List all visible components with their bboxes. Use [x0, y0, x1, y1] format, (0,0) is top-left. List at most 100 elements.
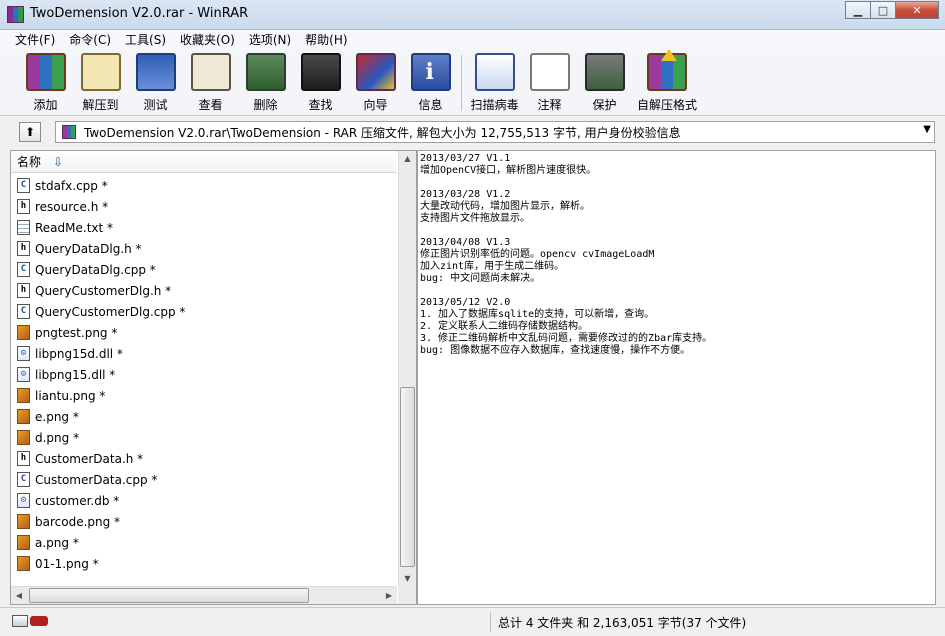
file-row[interactable]: liantu.png *	[11, 385, 397, 406]
close-icon: ✕	[912, 3, 922, 17]
extract-to-button[interactable]: 解压到	[73, 53, 128, 113]
file-name: e.png *	[35, 409, 79, 424]
find-icon	[300, 53, 341, 91]
file-name: QueryCustomerDlg.cpp *	[35, 304, 186, 319]
close-button[interactable]: ✕	[895, 1, 939, 19]
comment-line: 2013/05/12 V2.0	[420, 297, 511, 308]
png-file-icon	[17, 388, 30, 403]
comment-button[interactable]: 注释	[522, 53, 577, 113]
file-row[interactable]: resource.h *	[11, 196, 397, 217]
vertical-scrollbar[interactable]: ▲ ▼	[398, 151, 416, 587]
protect-button[interactable]: 保护	[577, 53, 632, 113]
comment-label: 注释	[537, 98, 562, 112]
menu-favorites[interactable]: 收藏夹(O)	[173, 30, 242, 50]
file-row[interactable]: barcode.png *	[11, 511, 397, 532]
scroll-up-icon[interactable]: ▲	[399, 151, 416, 167]
file-row[interactable]: pngtest.png *	[11, 322, 397, 343]
find-label: 查找	[308, 98, 333, 112]
view-button[interactable]: 查看	[183, 53, 238, 113]
find-button[interactable]: 查找	[293, 53, 348, 113]
comment-line: 增加OpenCV接口，解析图片速度很快。	[420, 165, 597, 176]
minimize-icon: ▁	[853, 3, 863, 17]
sort-descending-icon: ⇩	[53, 154, 64, 169]
h-file-icon	[17, 199, 30, 214]
up-folder-button[interactable]: ⬆	[19, 122, 41, 142]
png-file-icon	[17, 556, 30, 571]
scan-virus-icon	[474, 53, 515, 91]
file-row[interactable]: CustomerData.cpp *	[11, 469, 397, 490]
file-name: resource.h *	[35, 199, 109, 214]
scan-virus-button[interactable]: 扫描病毒	[467, 53, 522, 113]
toolbar: 添加 解压到 测试 查看 删除 查找 向导 信息 扫描病毒 注释 保护 自解压格…	[0, 49, 945, 116]
path-text: TwoDemension V2.0.rar\TwoDemension - RAR…	[84, 125, 681, 140]
png-file-icon	[17, 535, 30, 550]
up-arrow-icon: ⬆	[24, 125, 36, 139]
comment-line: 修正图片识别率低的问题。opencv cvImageLoadM	[420, 249, 655, 260]
file-row[interactable]: 01-1.png *	[11, 553, 397, 574]
info-icon	[410, 53, 451, 91]
comment-line: bug: 中文问题尚未解决。	[420, 273, 541, 284]
scroll-right-icon[interactable]: ▶	[381, 587, 397, 604]
file-row[interactable]: QueryDataDlg.cpp *	[11, 259, 397, 280]
file-name: QueryCustomerDlg.h *	[35, 283, 172, 298]
file-row[interactable]: QueryDataDlg.h *	[11, 238, 397, 259]
cpp-file-icon	[17, 304, 30, 319]
archive-comment-pane[interactable]: 2013/03/27 V1.1 增加OpenCV接口，解析图片速度很快。 2013/…	[417, 150, 936, 605]
menu-help[interactable]: 帮助(H)	[298, 30, 354, 50]
file-row[interactable]: QueryCustomerDlg.h *	[11, 280, 397, 301]
file-row[interactable]: stdafx.cpp *	[11, 175, 397, 196]
cpp-file-icon	[17, 178, 30, 193]
status-text: 总计 4 文件夹 和 2,163,051 字节(37 个文件)	[498, 616, 747, 630]
scroll-left-icon[interactable]: ◀	[11, 587, 27, 604]
vertical-scroll-thumb[interactable]	[400, 387, 415, 567]
file-row[interactable]: d.png *	[11, 427, 397, 448]
horizontal-scroll-thumb[interactable]	[29, 588, 309, 603]
wizard-button[interactable]: 向导	[348, 53, 403, 113]
column-header-name[interactable]: 名称 ⇩	[11, 151, 397, 173]
info-button[interactable]: 信息	[403, 53, 458, 113]
comment-line: 加入zint库，用于生成二维码。	[420, 261, 565, 272]
scan-virus-label: 扫描病毒	[470, 98, 519, 112]
file-name: stdafx.cpp *	[35, 178, 108, 193]
comment-line: 3. 修正二维码解析中文乱码问题，需要修改过的的Zbar库支持。	[420, 333, 713, 344]
scrollbar-corner	[398, 586, 416, 604]
drive-icon[interactable]	[12, 615, 28, 627]
file-name: CustomerData.cpp *	[35, 472, 158, 487]
maximize-button[interactable]: □	[870, 1, 896, 19]
file-row[interactable]: e.png *	[11, 406, 397, 427]
file-row[interactable]: a.png *	[11, 532, 397, 553]
file-list[interactable]: 名称 ⇩ stdafx.cpp * resource.h * ReadMe.txt …	[10, 150, 417, 605]
file-row[interactable]: ReadMe.txt *	[11, 217, 397, 238]
title-bar: TwoDemension V2.0.rar - WinRAR ▁ □ ✕	[0, 0, 945, 30]
minimize-button[interactable]: ▁	[845, 1, 871, 19]
key-icon[interactable]	[30, 616, 48, 626]
file-row[interactable]: customer.db *	[11, 490, 397, 511]
menu-commands[interactable]: 命令(C)	[62, 30, 118, 50]
file-name: barcode.png *	[35, 514, 121, 529]
menu-tools[interactable]: 工具(S)	[118, 30, 173, 50]
sfx-button[interactable]: 自解压格式	[632, 49, 702, 113]
scroll-down-icon[interactable]: ▼	[399, 571, 416, 587]
add-archive-icon	[25, 53, 66, 91]
test-button[interactable]: 测试	[128, 53, 183, 113]
view-icon	[190, 53, 231, 91]
file-row[interactable]: CustomerData.h *	[11, 448, 397, 469]
file-row[interactable]: libpng15.dll *	[11, 364, 397, 385]
delete-label: 删除	[253, 98, 278, 112]
file-row[interactable]: QueryCustomerDlg.cpp *	[11, 301, 397, 322]
maximize-icon: □	[877, 3, 889, 17]
add-button[interactable]: 添加	[18, 53, 73, 113]
file-rows: stdafx.cpp * resource.h * ReadMe.txt * Quer…	[11, 175, 397, 574]
chevron-down-icon[interactable]: ▼	[923, 124, 931, 135]
menu-file[interactable]: 文件(F)	[8, 30, 62, 50]
dll-file-icon	[17, 346, 30, 361]
delete-button[interactable]: 删除	[238, 53, 293, 113]
cpp-file-icon	[17, 262, 30, 277]
info-label: 信息	[418, 98, 443, 112]
path-dropdown[interactable]: TwoDemension V2.0.rar\TwoDemension - RAR…	[55, 121, 935, 143]
horizontal-scrollbar[interactable]: ◀ ▶	[11, 586, 397, 604]
comment-line: 2013/03/27 V1.1	[420, 153, 511, 164]
menu-options[interactable]: 选项(N)	[242, 30, 298, 50]
column-header-label: 名称	[17, 155, 42, 169]
file-row[interactable]: libpng15d.dll *	[11, 343, 397, 364]
